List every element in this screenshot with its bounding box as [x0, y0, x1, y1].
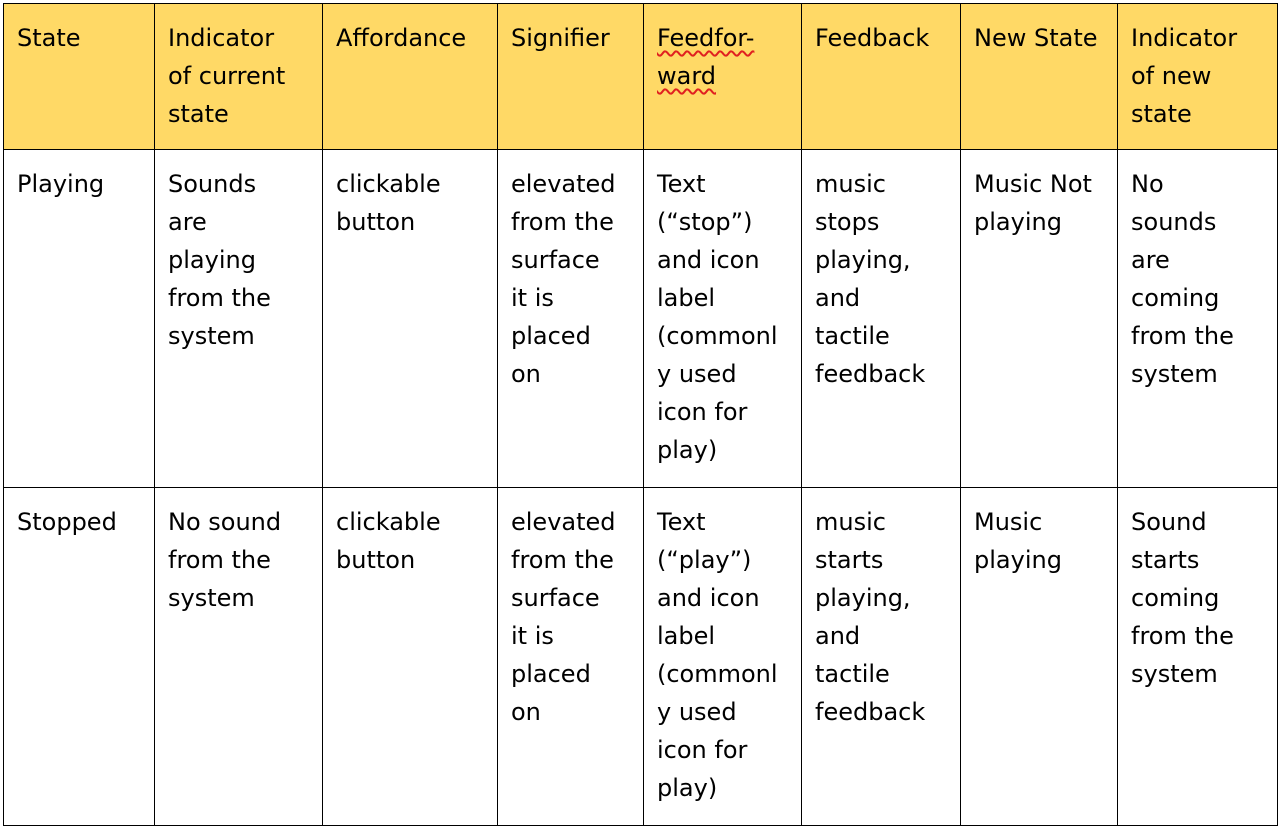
table-cell: Sound starts coming from the system: [1117, 487, 1278, 826]
table-cell: clickable button: [322, 487, 498, 826]
table-cell: Text (“stop”) and icon label (commonl y …: [643, 149, 802, 488]
header-cell-indicator-new: Indicator of new state: [1117, 3, 1278, 150]
table-cell: No sounds are coming from the system: [1117, 149, 1278, 488]
spellcheck-flagged-text: Feedfor- ward: [657, 24, 755, 90]
table-cell: Sounds are playing from the system: [154, 149, 323, 488]
header-cell-state: State: [3, 3, 155, 150]
table-cell: Music Not playing: [960, 149, 1118, 488]
table-cell: Playing: [3, 149, 155, 488]
header-cell-affordance: Affordance: [322, 3, 498, 150]
header-cell-signifier: Signifier: [497, 3, 644, 150]
table-row: Playing Sounds are playing from the syst…: [3, 149, 1278, 488]
table-row: Stopped No sound from the system clickab…: [3, 487, 1278, 826]
header-cell-feedforward: Feedfor- ward: [643, 3, 802, 150]
table-cell: music starts playing, and tactile feedba…: [801, 487, 961, 826]
header-row: State Indicator of current state Afforda…: [3, 3, 1278, 150]
header-cell-indicator-current: Indicator of current state: [154, 3, 323, 150]
table-cell: No sound from the system: [154, 487, 323, 826]
header-cell-new-state: New State: [960, 3, 1118, 150]
header-cell-feedback: Feedback: [801, 3, 961, 150]
table-cell: elevated from the surface it is placed o…: [497, 487, 644, 826]
state-table: State Indicator of current state Afforda…: [3, 3, 1278, 826]
table-cell: clickable button: [322, 149, 498, 488]
table-cell: Stopped: [3, 487, 155, 826]
table-cell: Music playing: [960, 487, 1118, 826]
table-cell: Text (“play”) and icon label (commonl y …: [643, 487, 802, 826]
table-cell: elevated from the surface it is placed o…: [497, 149, 644, 488]
table-cell: music stops playing, and tactile feedbac…: [801, 149, 961, 488]
